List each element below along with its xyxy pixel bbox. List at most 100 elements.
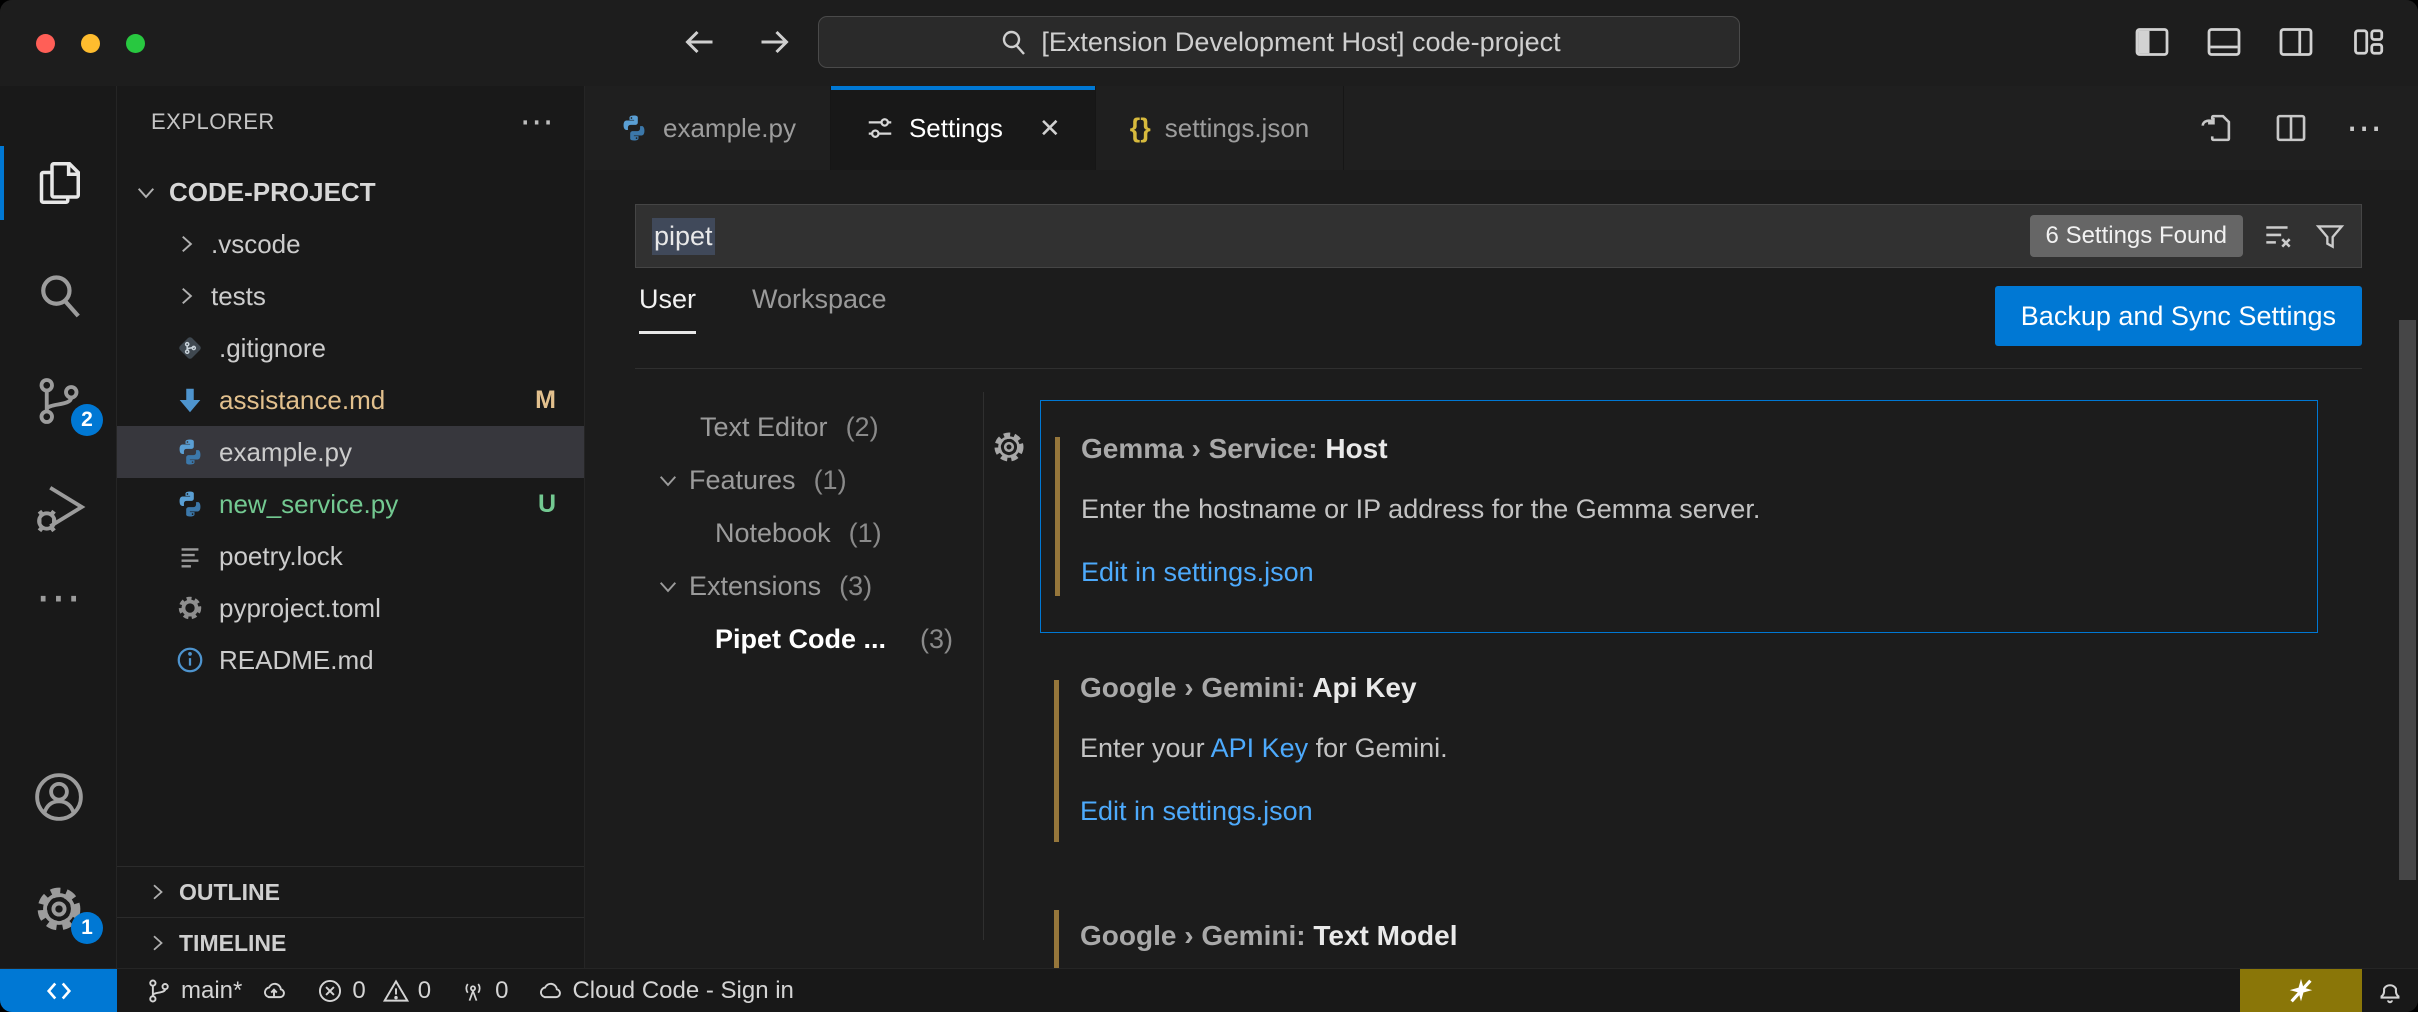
spark-disabled-icon: [2286, 976, 2316, 1006]
editor-area: example.py Settings ✕ {} settings.json ⋯: [585, 86, 2418, 968]
ports-count: 0: [495, 977, 508, 1005]
close-window-button[interactable]: [36, 34, 55, 53]
explorer-title: EXPLORER: [151, 109, 275, 135]
info-icon: [175, 645, 205, 675]
activity-bar: 2 ⋯ 1: [0, 86, 117, 968]
remote-icon: [44, 976, 74, 1006]
toc-text-editor[interactable]: Text Editor (2): [700, 407, 879, 447]
edit-in-settings-json-link[interactable]: Edit in settings.json: [1080, 796, 1313, 827]
setting-description: Enter your API Key for Gemini.: [1080, 733, 1448, 764]
chevron-down-icon: [655, 573, 681, 599]
accounts-item[interactable]: [0, 752, 117, 842]
close-tab-icon[interactable]: ✕: [1039, 113, 1061, 144]
radio-tower-icon: [459, 977, 487, 1005]
manage-badge: 1: [71, 912, 103, 944]
run-debug-icon: [31, 479, 87, 535]
tree-item-tests[interactable]: tests: [117, 270, 584, 322]
python-icon: [175, 489, 205, 519]
toc-features[interactable]: Features (1): [655, 460, 847, 500]
toggle-sidebar-icon[interactable]: [2132, 22, 2172, 62]
command-center[interactable]: [Extension Development Host] code-projec…: [818, 16, 1740, 68]
minimize-window-button[interactable]: [81, 34, 100, 53]
chevron-down-icon: [133, 179, 159, 205]
tree-item-vscode[interactable]: .vscode: [117, 218, 584, 270]
tree-item-gitignore[interactable]: .gitignore: [117, 322, 584, 374]
tab-bar: example.py Settings ✕ {} settings.json ⋯: [585, 86, 2418, 170]
search-activity-item[interactable]: [0, 250, 117, 340]
toc-pipet-code[interactable]: Pipet Code ... (3): [715, 619, 953, 659]
lock-file-icon: [175, 541, 205, 571]
warnings-count: 0: [418, 977, 431, 1005]
branch-status-item[interactable]: main*: [145, 977, 288, 1005]
back-icon[interactable]: [680, 22, 720, 62]
split-editor-icon[interactable]: [2272, 109, 2310, 147]
customize-layout-icon[interactable]: [2348, 22, 2388, 62]
zoom-window-button[interactable]: [126, 34, 145, 53]
notifications-item[interactable]: [2362, 969, 2418, 1012]
chevron-right-icon: [173, 283, 199, 309]
sync-cloud-icon: [260, 977, 288, 1005]
tree-item-poetry-lock[interactable]: poetry.lock: [117, 530, 584, 582]
gemini-status-item[interactable]: [2240, 969, 2362, 1012]
file-tree: CODE-PROJECT .vscode tests .gitignore as…: [117, 166, 584, 686]
tab-example-py[interactable]: example.py: [585, 86, 831, 170]
setting-google-gemini-text-model[interactable]: Google › Gemini: Text Model: [1040, 896, 2318, 968]
scope-tab-workspace[interactable]: Workspace: [752, 284, 887, 334]
forward-icon[interactable]: [754, 22, 794, 62]
setting-title: Gemma › Service: Host: [1081, 433, 1388, 465]
api-key-link[interactable]: API Key: [1211, 733, 1309, 763]
remote-indicator[interactable]: [0, 969, 117, 1012]
tree-root-code-project[interactable]: CODE-PROJECT: [117, 166, 584, 218]
tree-item-pyproject-toml[interactable]: pyproject.toml: [117, 582, 584, 634]
edit-in-settings-json-link[interactable]: Edit in settings.json: [1081, 557, 1314, 588]
explorer-activity-item[interactable]: [0, 138, 117, 228]
tab-settings-json[interactable]: {} settings.json: [1096, 86, 1345, 170]
tree-item-assistance-md[interactable]: assistance.md M: [117, 374, 584, 426]
chevron-right-icon: [145, 931, 169, 955]
tree-item-example-py[interactable]: example.py: [117, 426, 584, 478]
git-modified-badge: M: [535, 386, 556, 415]
outline-section-header[interactable]: OUTLINE: [117, 866, 584, 917]
git-icon: [175, 333, 205, 363]
tree-item-readme-md[interactable]: README.md: [117, 634, 584, 686]
setting-google-gemini-api-key[interactable]: Google › Gemini: Api Key Enter your API …: [1040, 658, 2318, 868]
setting-title: Google › Gemini: Text Model: [1080, 920, 1458, 952]
tree-item-new-service-py[interactable]: new_service.py U: [117, 478, 584, 530]
chevron-right-icon: [173, 231, 199, 257]
run-debug-activity-item[interactable]: [0, 462, 117, 552]
modified-indicator: [1054, 910, 1059, 968]
toc-extensions[interactable]: Extensions (3): [655, 566, 872, 606]
filter-icon[interactable]: [2313, 219, 2347, 253]
vscode-window: [Extension Development Host] code-projec…: [0, 0, 2418, 1012]
warnings-icon: [382, 977, 410, 1005]
scrollbar[interactable]: [2399, 320, 2416, 880]
window-controls: [36, 34, 145, 53]
toml-gear-icon: [175, 593, 205, 623]
ports-status-item[interactable]: 0: [459, 977, 508, 1005]
errors-icon: [316, 977, 344, 1005]
toggle-secondary-sidebar-icon[interactable]: [2276, 22, 2316, 62]
toggle-panel-icon[interactable]: [2204, 22, 2244, 62]
more-views-item[interactable]: ⋯: [0, 552, 117, 642]
open-changes-icon[interactable]: [2198, 109, 2236, 147]
manage-item[interactable]: 1: [0, 864, 117, 954]
git-untracked-badge: U: [538, 490, 556, 519]
scope-tab-user[interactable]: User: [639, 284, 696, 334]
toc-notebook[interactable]: Notebook (1): [715, 513, 882, 553]
setting-row-gear-icon[interactable]: [990, 428, 1028, 466]
settings-editor: pipet 6 Settings Found User Workspace Ba…: [585, 170, 2418, 968]
settings-list: Gemma › Service: Host Enter the hostname…: [1040, 170, 2318, 968]
files-icon: [31, 155, 87, 211]
account-icon: [31, 769, 87, 825]
search-icon: [31, 267, 87, 323]
python-icon: [619, 113, 649, 143]
tab-settings[interactable]: Settings ✕: [831, 86, 1096, 170]
toc-divider: [983, 392, 984, 940]
setting-gemma-service-host[interactable]: Gemma › Service: Host Enter the hostname…: [1040, 400, 2318, 633]
source-control-activity-item[interactable]: 2: [0, 356, 117, 446]
problems-status-item[interactable]: 0 0: [316, 977, 431, 1005]
timeline-section-header[interactable]: TIMELINE: [117, 917, 584, 968]
cloud-code-label: Cloud Code - Sign in: [572, 977, 793, 1005]
source-control-badge: 2: [71, 404, 103, 436]
cloud-code-status-item[interactable]: Cloud Code - Sign in: [536, 977, 793, 1005]
